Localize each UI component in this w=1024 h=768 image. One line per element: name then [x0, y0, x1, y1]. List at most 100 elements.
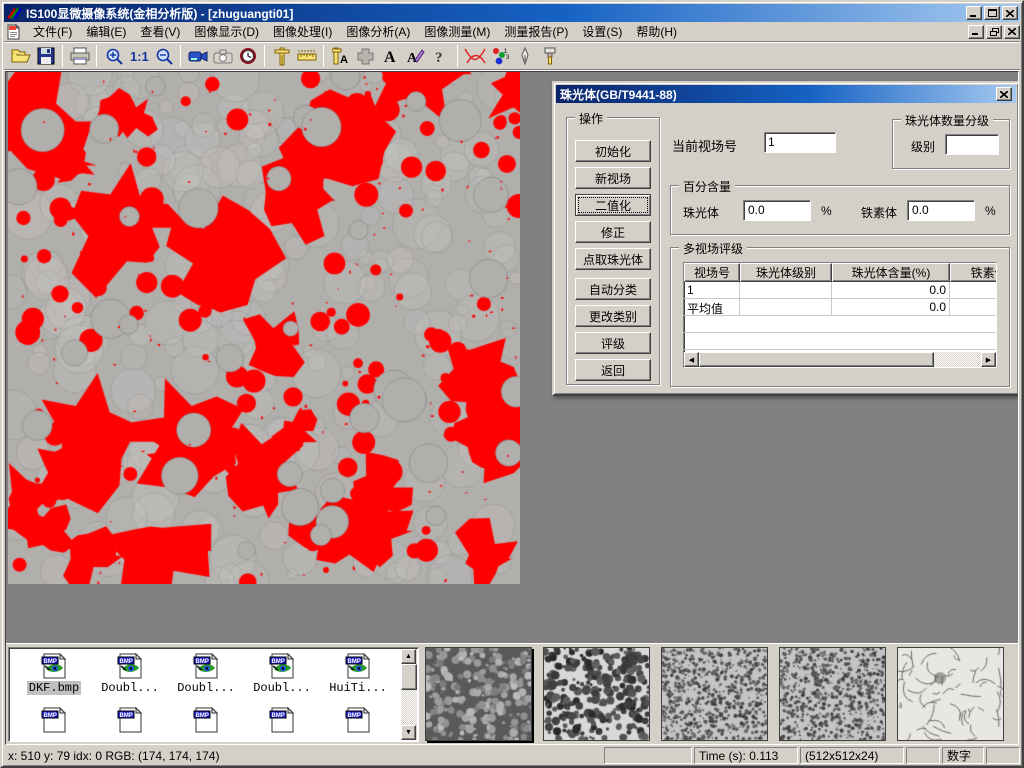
menu-image-display[interactable]: 图像显示(D) [187, 21, 266, 42]
menu-file[interactable]: 文件(F) [26, 21, 79, 42]
table-row[interactable]: 平均值 0.0 [684, 299, 996, 316]
auto-classify-button[interactable]: 自动分类 [575, 278, 651, 300]
file-item[interactable]: BMP [320, 707, 396, 733]
open-file-button[interactable] [8, 44, 33, 68]
file-item[interactable]: BMP Doubl... [244, 653, 320, 695]
actual-size-button[interactable]: 1:1 [126, 44, 151, 68]
timer-button[interactable] [235, 44, 260, 68]
help-button[interactable]: ? [428, 44, 453, 68]
pen-tool-button[interactable] [512, 44, 537, 68]
pearlite-label: 珠光体 [683, 204, 719, 221]
svg-text:BMP: BMP [44, 659, 57, 665]
zoom-in-button[interactable] [101, 44, 126, 68]
menu-measure-report[interactable]: 测量报告(P) [497, 21, 575, 42]
new-field-button[interactable]: 新视场 [575, 167, 651, 189]
svg-text:3: 3 [506, 55, 509, 61]
pick-pearlite-button[interactable]: 点取珠光体 [575, 248, 651, 270]
file-name: Doubl... [99, 681, 161, 695]
scrollbar-track[interactable] [934, 352, 981, 367]
col-pearlite-grade[interactable]: 珠光体级别 [740, 263, 832, 282]
scroll-right-icon[interactable]: ▶ [981, 352, 996, 367]
cell-field-no: 1 [684, 282, 740, 298]
print-button[interactable] [67, 44, 92, 68]
ferrite-percent-sign: % [985, 204, 996, 218]
scroll-up-icon[interactable]: ▲ [401, 649, 416, 664]
scroll-left-icon[interactable]: ◀ [684, 352, 699, 367]
metallographic-image[interactable] [8, 72, 520, 584]
video-capture-button[interactable] [185, 44, 210, 68]
maximize-button[interactable] [984, 6, 1000, 20]
change-class-button[interactable]: 更改类别 [575, 305, 651, 327]
close-button[interactable] [1002, 6, 1018, 20]
text-annotation-button[interactable]: A [378, 44, 403, 68]
file-item[interactable]: BMP Doubl... [168, 653, 244, 695]
operation-group: 操作 初始化 新视场 二值化 修正 点取珠光体 自动分类 更改类别 评级 返回 [566, 117, 660, 385]
menu-view[interactable]: 查看(V) [133, 21, 187, 42]
current-field-input[interactable]: 1 [764, 132, 836, 153]
cursor-position-status: x: 510 y: 79 idx: 0 RGB: (174, 174, 174) [4, 747, 602, 764]
col-field-no[interactable]: 视场号 [684, 263, 740, 282]
file-item[interactable]: BMP [92, 707, 168, 733]
metallographic-thumbnail-5[interactable] [897, 647, 1004, 741]
file-item[interactable]: BMP Doubl... [92, 653, 168, 695]
dialog-close-button[interactable] [996, 87, 1012, 101]
grade-button[interactable]: 评级 [575, 332, 651, 354]
ferrite-percent-input[interactable]: 0.0 [907, 200, 975, 221]
file-item[interactable]: BMP HuiTi... [320, 653, 396, 695]
init-button[interactable]: 初始化 [575, 140, 651, 162]
scroll-down-icon[interactable]: ▼ [401, 725, 416, 740]
file-name: HuiTi... [327, 681, 389, 695]
correct-button[interactable]: 修正 [575, 221, 651, 243]
file-item[interactable]: BMP [16, 707, 92, 733]
menu-image-process[interactable]: 图像处理(I) [266, 21, 339, 42]
menu-image-analysis[interactable]: 图像分析(A) [339, 21, 417, 42]
file-item[interactable]: BMP DKF.bmp [16, 653, 92, 695]
scrollbar-thumb[interactable] [699, 352, 934, 367]
binarize-button[interactable]: 二值化 [575, 194, 651, 216]
caliper-measure-button[interactable] [269, 44, 294, 68]
document-icon[interactable] [6, 24, 22, 40]
dialog-title: 珠光体(GB/T9441-88) [560, 86, 994, 103]
multifield-group: 多视场评级 视场号 珠光体级别 珠光体含量(%) 铁素体含量(%) 1 0.0 [670, 247, 1010, 387]
file-item[interactable]: BMP [168, 707, 244, 733]
brush-tool-button[interactable] [537, 44, 562, 68]
zoom-out-button[interactable] [151, 44, 176, 68]
metallographic-thumbnail-2[interactable] [543, 647, 650, 741]
col-ferrite-content[interactable]: 铁素体含量(%) [950, 263, 997, 282]
pearlite-percent-input[interactable]: 0.0 [743, 200, 811, 221]
merge-button[interactable] [353, 44, 378, 68]
print-icon [70, 47, 90, 65]
metallographic-thumbnail-4[interactable] [779, 647, 886, 741]
scrollbar-track[interactable] [401, 690, 417, 725]
measure-text-button[interactable]: A [328, 44, 353, 68]
table-row[interactable]: 1 0.0 [684, 282, 996, 299]
mdi-minimize-button[interactable] [968, 25, 984, 39]
camera-capture-button[interactable] [210, 44, 235, 68]
classify-dots-button[interactable]: 13 [487, 44, 512, 68]
minimize-button[interactable] [966, 6, 982, 20]
col-pearlite-content[interactable]: 珠光体含量(%) [832, 263, 950, 282]
menu-help[interactable]: 帮助(H) [629, 21, 684, 42]
menu-image-measure[interactable]: 图像测量(M) [417, 21, 497, 42]
save-button[interactable] [33, 44, 58, 68]
file-item[interactable]: BMP [244, 707, 320, 733]
return-button[interactable]: 返回 [575, 359, 651, 381]
cell-ferrite [950, 299, 997, 315]
edit-annotation-button[interactable]: A [403, 44, 428, 68]
menu-edit[interactable]: 编辑(E) [79, 21, 133, 42]
grading-group-label: 珠光体数量分级 [901, 112, 993, 129]
ruler-measure-button[interactable] [294, 44, 319, 68]
mdi-restore-button[interactable] [986, 25, 1002, 39]
bmp-file-icon: BMP [41, 707, 67, 733]
percent-group-label: 百分含量 [679, 178, 735, 195]
table-horizontal-scrollbar[interactable]: ◀ ▶ [684, 352, 996, 367]
bmp-file-icon: BMP [269, 707, 295, 733]
mdi-close-button[interactable] [1004, 25, 1020, 39]
curve-tool-button[interactable] [462, 44, 487, 68]
scrollbar-thumb[interactable] [401, 664, 417, 690]
metallographic-thumbnail-1[interactable] [425, 647, 532, 741]
grade-level-input[interactable] [945, 134, 999, 155]
metallographic-thumbnail-3[interactable] [661, 647, 768, 741]
file-list-scrollbar[interactable]: ▲ ▼ [401, 649, 417, 740]
menu-settings[interactable]: 设置(S) [575, 21, 629, 42]
